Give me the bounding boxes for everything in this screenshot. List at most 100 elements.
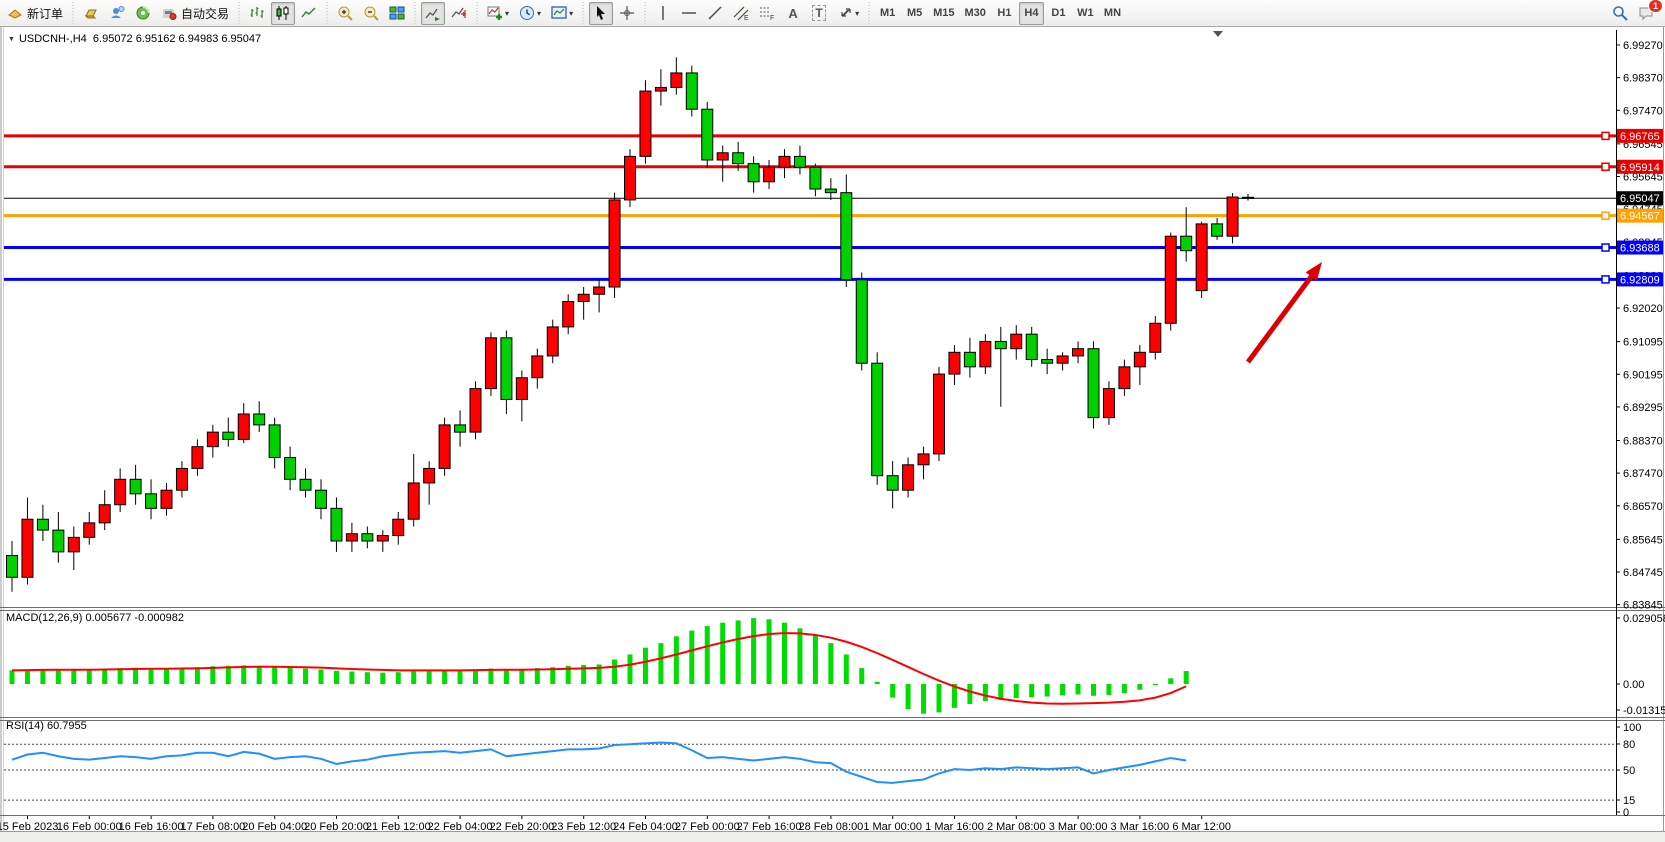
chart-shift-button[interactable]: [447, 2, 471, 25]
macd-histogram-bar: [40, 669, 45, 684]
candle: [748, 164, 759, 182]
line-marker[interactable]: [1602, 244, 1609, 251]
zoom-out-button[interactable]: [359, 2, 383, 25]
community-profile-button[interactable]: [105, 2, 129, 25]
candle: [377, 536, 388, 541]
candle: [1227, 197, 1238, 236]
macd-histogram-bar: [782, 623, 787, 684]
arrows-tool-button[interactable]: ▾: [833, 2, 863, 25]
bar-chart-mode-button[interactable]: [245, 2, 269, 25]
candle: [161, 490, 172, 508]
candle: [1088, 349, 1099, 418]
macd-histogram-bar: [1014, 684, 1019, 698]
line-marker[interactable]: [1602, 163, 1609, 170]
timeframe-m1-button[interactable]: M1: [875, 2, 900, 25]
candle: [470, 389, 481, 433]
candle: [455, 425, 466, 432]
line-marker[interactable]: [1602, 212, 1609, 219]
macd-histogram-bar: [272, 667, 277, 684]
text-tool-button[interactable]: A: [781, 2, 805, 25]
timeframe-w1-button[interactable]: W1: [1073, 2, 1098, 25]
candle: [1165, 236, 1176, 323]
macd-histogram-bar: [767, 619, 772, 684]
signals-icon: [135, 5, 151, 21]
new-order-button[interactable]: 新订单: [3, 2, 67, 25]
notifications-button[interactable]: 1: [1634, 2, 1658, 25]
auto-trading-button[interactable]: 自动交易: [157, 2, 233, 25]
search-button[interactable]: [1608, 2, 1632, 25]
candle: [841, 193, 852, 280]
macd-histogram-bar: [365, 672, 370, 684]
candle: [578, 294, 589, 301]
candle-chart-mode-button[interactable]: [271, 2, 295, 25]
macd-histogram-bar: [257, 666, 262, 684]
equidistant-channel-tool-button[interactable]: E: [729, 2, 753, 25]
toolbar-separator: [642, 2, 648, 24]
candle: [810, 167, 821, 189]
timeframe-mn-button[interactable]: MN: [1100, 2, 1125, 25]
window-bottom-edge: [0, 832, 1665, 842]
price-line-label: 6.93688: [1620, 243, 1660, 255]
macd-histogram-bar: [937, 684, 942, 712]
vertical-line-tool-button[interactable]: [651, 2, 675, 25]
svg-text:E: E: [744, 15, 749, 21]
horizontal-line-tool-button[interactable]: [677, 2, 701, 25]
crosshair-tool-button[interactable]: [615, 2, 639, 25]
candle: [594, 287, 605, 294]
gold-ingot-button[interactable]: [79, 2, 103, 25]
tile-windows-button[interactable]: [385, 2, 409, 25]
macd-histogram-bar: [56, 669, 61, 684]
macd-histogram-bar: [797, 628, 802, 684]
line-chart-mode-button[interactable]: [297, 2, 321, 25]
candle: [980, 341, 991, 366]
toolbar-separator: [324, 2, 330, 24]
line-marker[interactable]: [1602, 276, 1609, 283]
timeframe-m30-button[interactable]: M30: [961, 2, 990, 25]
candle: [115, 479, 126, 504]
macd-histogram-bar: [658, 643, 663, 684]
candle: [717, 153, 728, 160]
candle: [1073, 349, 1084, 356]
auto-scroll-button[interactable]: [421, 2, 445, 25]
line-marker[interactable]: [1602, 132, 1609, 139]
candle: [779, 156, 790, 167]
toolbar-separator: [474, 2, 480, 24]
mt4-window: 新订单 自动交易: [0, 0, 1665, 842]
timeframe-m5-button[interactable]: M5: [902, 2, 927, 25]
signals-button[interactable]: [131, 2, 155, 25]
macd-histogram-bar: [164, 669, 169, 684]
candle: [53, 530, 64, 552]
toolbar-separator: [70, 2, 76, 24]
cursor-tool-button[interactable]: [589, 2, 613, 25]
timeframe-h1-button[interactable]: H1: [992, 2, 1017, 25]
macd-histogram-bar: [1076, 684, 1081, 694]
candle: [269, 425, 280, 458]
candle: [995, 341, 1006, 348]
gold-ingot-icon: [83, 5, 99, 21]
macd-histogram-bar: [288, 668, 293, 684]
candle: [872, 363, 883, 475]
macd-histogram-bar: [427, 671, 432, 684]
macd-histogram-bar: [118, 668, 123, 684]
candle: [68, 537, 79, 552]
horizontal-line-icon: [681, 5, 697, 21]
templates-button[interactable]: ▾: [547, 2, 577, 25]
candle: [625, 156, 636, 200]
symbol-dropdown-icon[interactable]: ▼: [8, 36, 15, 43]
candle: [918, 454, 929, 465]
zoom-in-icon: [337, 5, 353, 21]
tile-windows-icon: [389, 5, 405, 21]
indicators-button[interactable]: ▾: [483, 2, 513, 25]
timeframe-m15-button[interactable]: M15: [929, 2, 958, 25]
timeframe-d1-button[interactable]: D1: [1046, 2, 1071, 25]
timeframe-h4-button[interactable]: H4: [1019, 2, 1044, 25]
periods-button[interactable]: ▾: [515, 2, 545, 25]
candle: [547, 327, 558, 356]
trendline-tool-button[interactable]: [703, 2, 727, 25]
chart-canvas[interactable]: 6.992706.983706.974706.965456.956456.947…: [0, 0, 1665, 842]
candle: [362, 534, 373, 541]
text-label-tool-button[interactable]: T: [807, 2, 831, 25]
trendline-icon: [707, 5, 723, 21]
fibonacci-tool-button[interactable]: F: [755, 2, 779, 25]
zoom-in-button[interactable]: [333, 2, 357, 25]
